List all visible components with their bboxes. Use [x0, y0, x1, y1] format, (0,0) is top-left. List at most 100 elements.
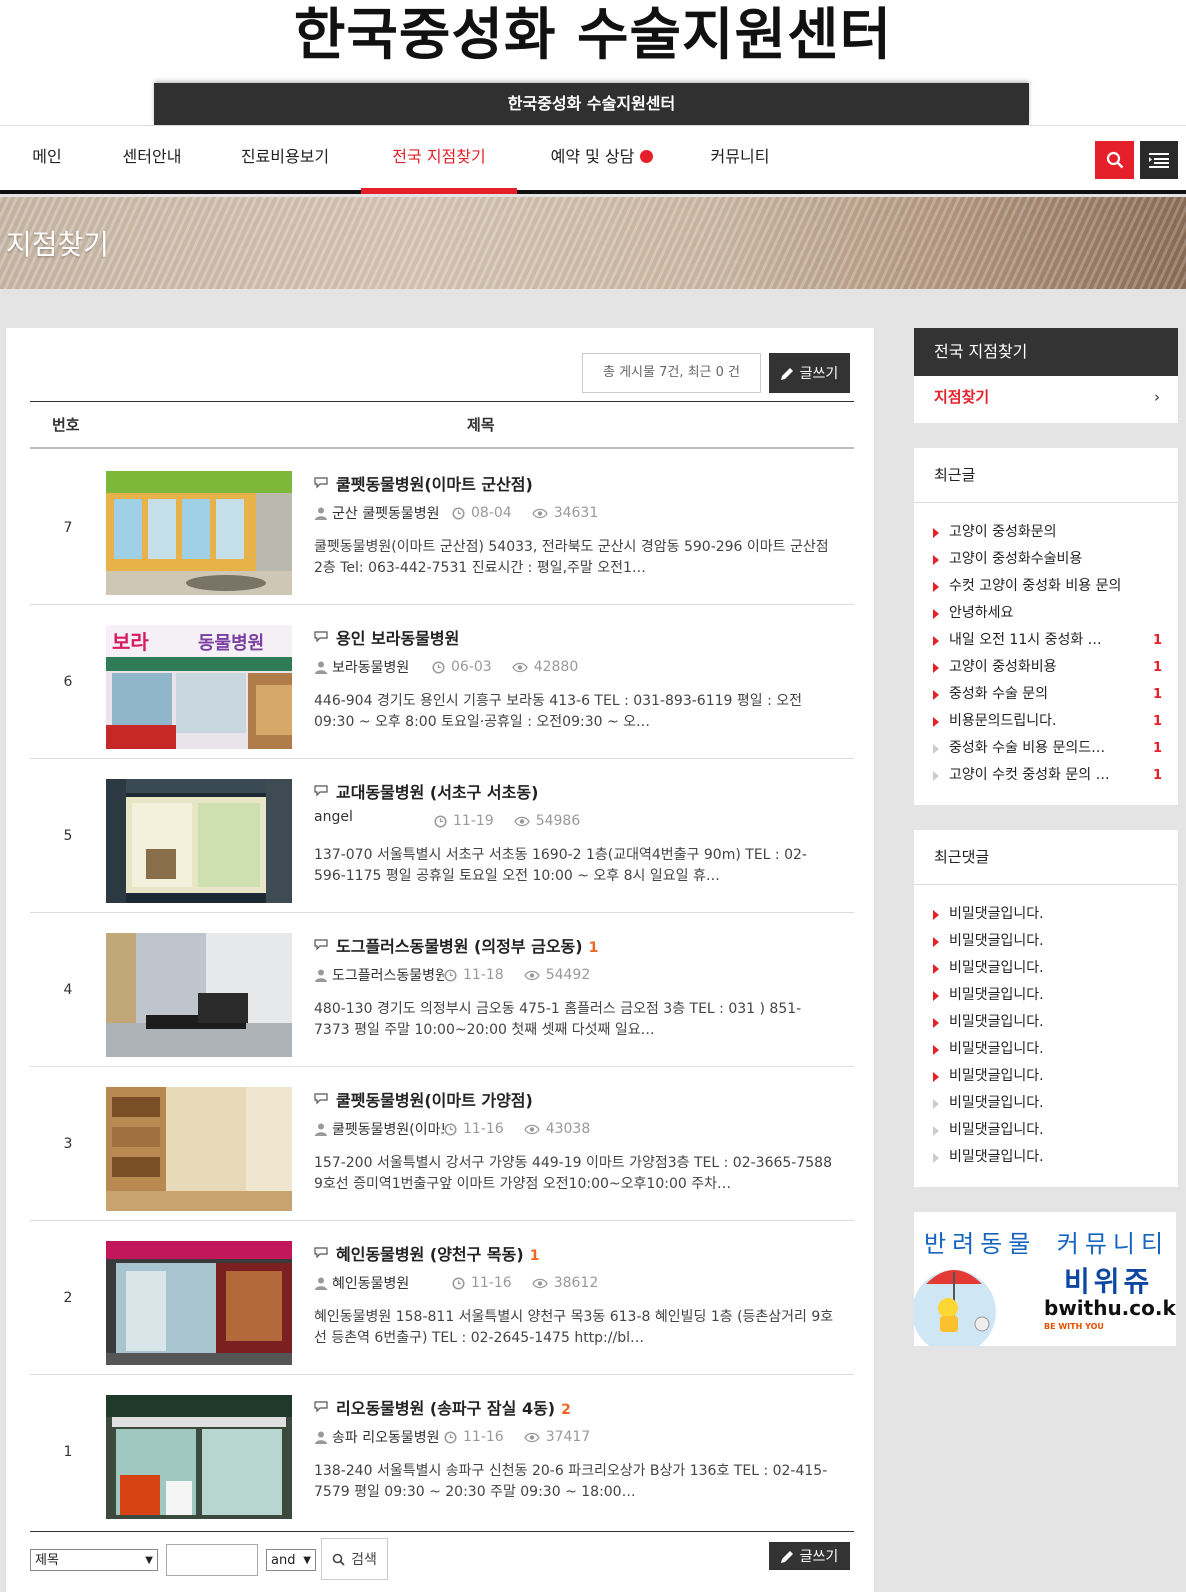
table-row[interactable]: 4 도그플러스동물병원 (의정부 금오동) 1 도그플러스동물병원 11-18 5… — [30, 913, 854, 1067]
post-thumbnail[interactable] — [106, 933, 292, 1057]
post-title[interactable]: 혜인동물병원 (양천구 목동) 1 — [314, 1241, 539, 1265]
post-summary: 137-070 서울특별시 서초구 서초동 1690-2 1층(교대역4번출구 … — [314, 847, 807, 884]
recent-post-item[interactable]: 고양이 수컷 중성화 문의 … 1 — [914, 762, 1178, 789]
recent-comment-item[interactable]: 비밀댓글입니다. — [914, 901, 1178, 928]
table-row[interactable]: 6 보라 동물병원 용인 보라동물병원 보라동물병원 06-03 42880 44… — [30, 605, 854, 759]
post-title[interactable]: 용인 보라동물병원 — [314, 625, 465, 649]
post-thumbnail[interactable]: 보라 동물병원 — [106, 625, 292, 749]
community-ad-banner[interactable]: 반려동물 커뮤니티 비위쥬 bwithu.co.kr BE WITH YOU — [914, 1212, 1176, 1346]
recent-comment-item[interactable]: 비밀댓글입니다. — [914, 1144, 1178, 1171]
recent-comment-item[interactable]: 비밀댓글입니다. — [914, 928, 1178, 955]
post-date: 11-16 — [471, 1275, 512, 1291]
recent-comment-item[interactable]: 비밀댓글입니다. — [914, 1090, 1178, 1117]
post-hits: 38612 — [553, 1275, 599, 1291]
nav-item-reservation[interactable]: 예약 및 상담 — [536, 126, 668, 192]
recent-comment-item[interactable]: 비밀댓글입니다. — [914, 1009, 1178, 1036]
recent-comment-text: 비밀댓글입니다. — [949, 960, 1044, 976]
clock-icon — [444, 968, 457, 982]
recent-post-item[interactable]: 고양이 중성화수술비용 — [914, 546, 1178, 573]
post-title[interactable]: 쿨펫동물병원(이마트 가양점) — [314, 1087, 539, 1111]
recent-post-item[interactable]: 고양이 중성화비용 1 — [914, 654, 1178, 681]
nav-item-branch-finder[interactable]: 전국 지점찾기 — [361, 126, 517, 192]
recent-posts-widget: 최근글 고양이 중성화문의 고양이 중성화수술비용 수컷 고양이 중성화 비용 … — [914, 448, 1178, 805]
recent-comment-text: 비밀댓글입니다. — [949, 1095, 1044, 1111]
post-thumbnail[interactable] — [106, 471, 292, 595]
write-button-top[interactable]: 글쓰기 — [769, 353, 850, 393]
sidebar-item-branch-finder[interactable]: 지점찾기 › — [914, 376, 1178, 419]
site-logo[interactable]: 한국중성화 수술지원센터 — [0, 4, 1186, 68]
recent-posts-title: 최근글 — [914, 448, 1178, 503]
post-title-text: 리오동물병원 (송파구 잠실 4동) — [336, 1399, 556, 1418]
recent-post-badge: 1 — [1152, 714, 1162, 729]
recent-comment-item[interactable]: 비밀댓글입니다. — [914, 955, 1178, 982]
recent-comment-item[interactable]: 비밀댓글입니다. — [914, 1117, 1178, 1144]
page-banner: 지점찾기 — [0, 197, 1186, 289]
sidebar-branch-title: 전국 지점찾기 — [914, 328, 1178, 376]
nav-item-cost[interactable]: 진료비용보기 — [232, 126, 338, 192]
post-author: angel — [314, 809, 353, 825]
post-title[interactable]: 도그플러스동물병원 (의정부 금오동) 1 — [314, 933, 598, 957]
table-row[interactable]: 3 쿨펫동물병원(이마트 가양점) 쿨펫동물병원(이마트 가양점) 11-16 … — [30, 1067, 854, 1221]
post-thumbnail[interactable] — [106, 1395, 292, 1519]
search-submit-button[interactable]: 검색 — [321, 1538, 388, 1580]
recent-post-item[interactable]: 내일 오전 11시 중성화 … 1 — [914, 627, 1178, 654]
recent-post-item[interactable]: 안녕하세요 — [914, 600, 1178, 627]
table-row[interactable]: 5 교대동물병원 (서초구 서초동) angel 11-19 54986 137… — [30, 759, 854, 913]
recent-post-badge: 1 — [1152, 633, 1162, 648]
search-button[interactable] — [1095, 141, 1134, 179]
bullet-icon — [933, 1072, 939, 1082]
ad-tagline: BE WITH YOU — [1044, 1322, 1104, 1331]
nav-item-center-info[interactable]: 센터안내 — [112, 126, 192, 192]
post-title[interactable]: 쿨펫동물병원(이마트 군산점) — [314, 471, 539, 495]
recent-comment-text: 비밀댓글입니다. — [949, 987, 1044, 1003]
recent-post-item[interactable]: 중성화 수술 문의 1 — [914, 681, 1178, 708]
post-date: 06-03 — [451, 659, 492, 675]
write-button-label: 글쓰기 — [799, 1549, 839, 1565]
bullet-icon — [933, 717, 939, 727]
recent-post-item[interactable]: 중성화 수술 비용 문의드… 1 — [914, 735, 1178, 762]
nav-item-main[interactable]: 메인 — [26, 126, 68, 192]
table-row[interactable]: 7 쿨펫동물병원(이마트 군산점) 군산 쿨펫동물병원 08-04 34631 … — [30, 451, 854, 605]
table-row[interactable]: 1 리오동물병원 (송파구 잠실 4동) 2 송파 리오동물병원 11-16 37… — [30, 1375, 854, 1529]
bullet-icon — [933, 636, 939, 646]
post-meta: 보라동물병원 06-03 42880 — [314, 656, 578, 678]
site-header: 한국중성화 수술지원센터 한국중성화 수술지원센터 — [0, 0, 1186, 125]
post-number: 2 — [63, 1290, 73, 1306]
table-row[interactable]: 2 혜인동물병원 (양천구 목동) 1 혜인동물병원 11-16 38612 혜인… — [30, 1221, 854, 1375]
recent-post-item[interactable]: 수컷 고양이 중성화 비용 문의 — [914, 573, 1178, 600]
eye-icon — [523, 1432, 540, 1442]
post-date: 11-16 — [463, 1121, 504, 1137]
menu-button[interactable] — [1140, 141, 1178, 179]
recent-post-text: 고양이 중성화비용 — [949, 659, 1057, 675]
recent-comment-item[interactable]: 비밀댓글입니다. — [914, 1036, 1178, 1063]
post-meta: angel 11-19 54986 — [314, 809, 580, 832]
nav-item-community[interactable]: 커뮤니티 — [700, 126, 780, 192]
notification-dot — [640, 150, 654, 163]
bullet-icon — [933, 937, 939, 947]
post-number: 6 — [63, 674, 73, 690]
search-field-select[interactable]: 제목 ▼ — [30, 1549, 158, 1571]
search-input[interactable] — [166, 1544, 258, 1576]
recent-posts-list: 고양이 중성화문의 고양이 중성화수술비용 수컷 고양이 중성화 비용 문의 안… — [914, 503, 1178, 789]
recent-post-item[interactable]: 비용문의드립니다. 1 — [914, 708, 1178, 735]
col-header-title: 제목 — [467, 416, 495, 434]
eye-icon — [531, 1278, 548, 1288]
post-summary: 446-904 경기도 용인시 기흥구 보라동 413-6 TEL : 031-… — [314, 693, 803, 730]
post-summary: 138-240 서울특별시 송파구 신천동 20-6 파크리오상가 B상가 13… — [314, 1463, 828, 1500]
recent-post-item[interactable]: 고양이 중성화문의 — [914, 519, 1178, 546]
recent-comment-item[interactable]: 비밀댓글입니다. — [914, 982, 1178, 1009]
write-button-bottom[interactable]: 글쓰기 — [769, 1542, 850, 1570]
clock-icon — [444, 1122, 457, 1136]
post-author: 쿨펫동물병원(이마트 가양점) — [332, 1122, 444, 1138]
pencil-icon — [780, 367, 793, 380]
search-operator-select[interactable]: and ▼ — [266, 1549, 316, 1571]
recent-comment-item[interactable]: 비밀댓글입니다. — [914, 1063, 1178, 1090]
post-title[interactable]: 교대동물병원 (서초구 서초동) — [314, 779, 544, 803]
post-title[interactable]: 리오동물병원 (송파구 잠실 4동) 2 — [314, 1395, 571, 1419]
bullet-icon — [933, 555, 939, 565]
post-thumbnail[interactable] — [106, 1087, 292, 1211]
post-summary: 혜인동물병원 158-811 서울특별시 양천구 목3동 613-8 혜인빌딩 … — [314, 1309, 834, 1346]
speech-bubble-icon — [314, 785, 328, 797]
post-thumbnail[interactable] — [106, 779, 292, 903]
post-thumbnail[interactable] — [106, 1241, 292, 1365]
